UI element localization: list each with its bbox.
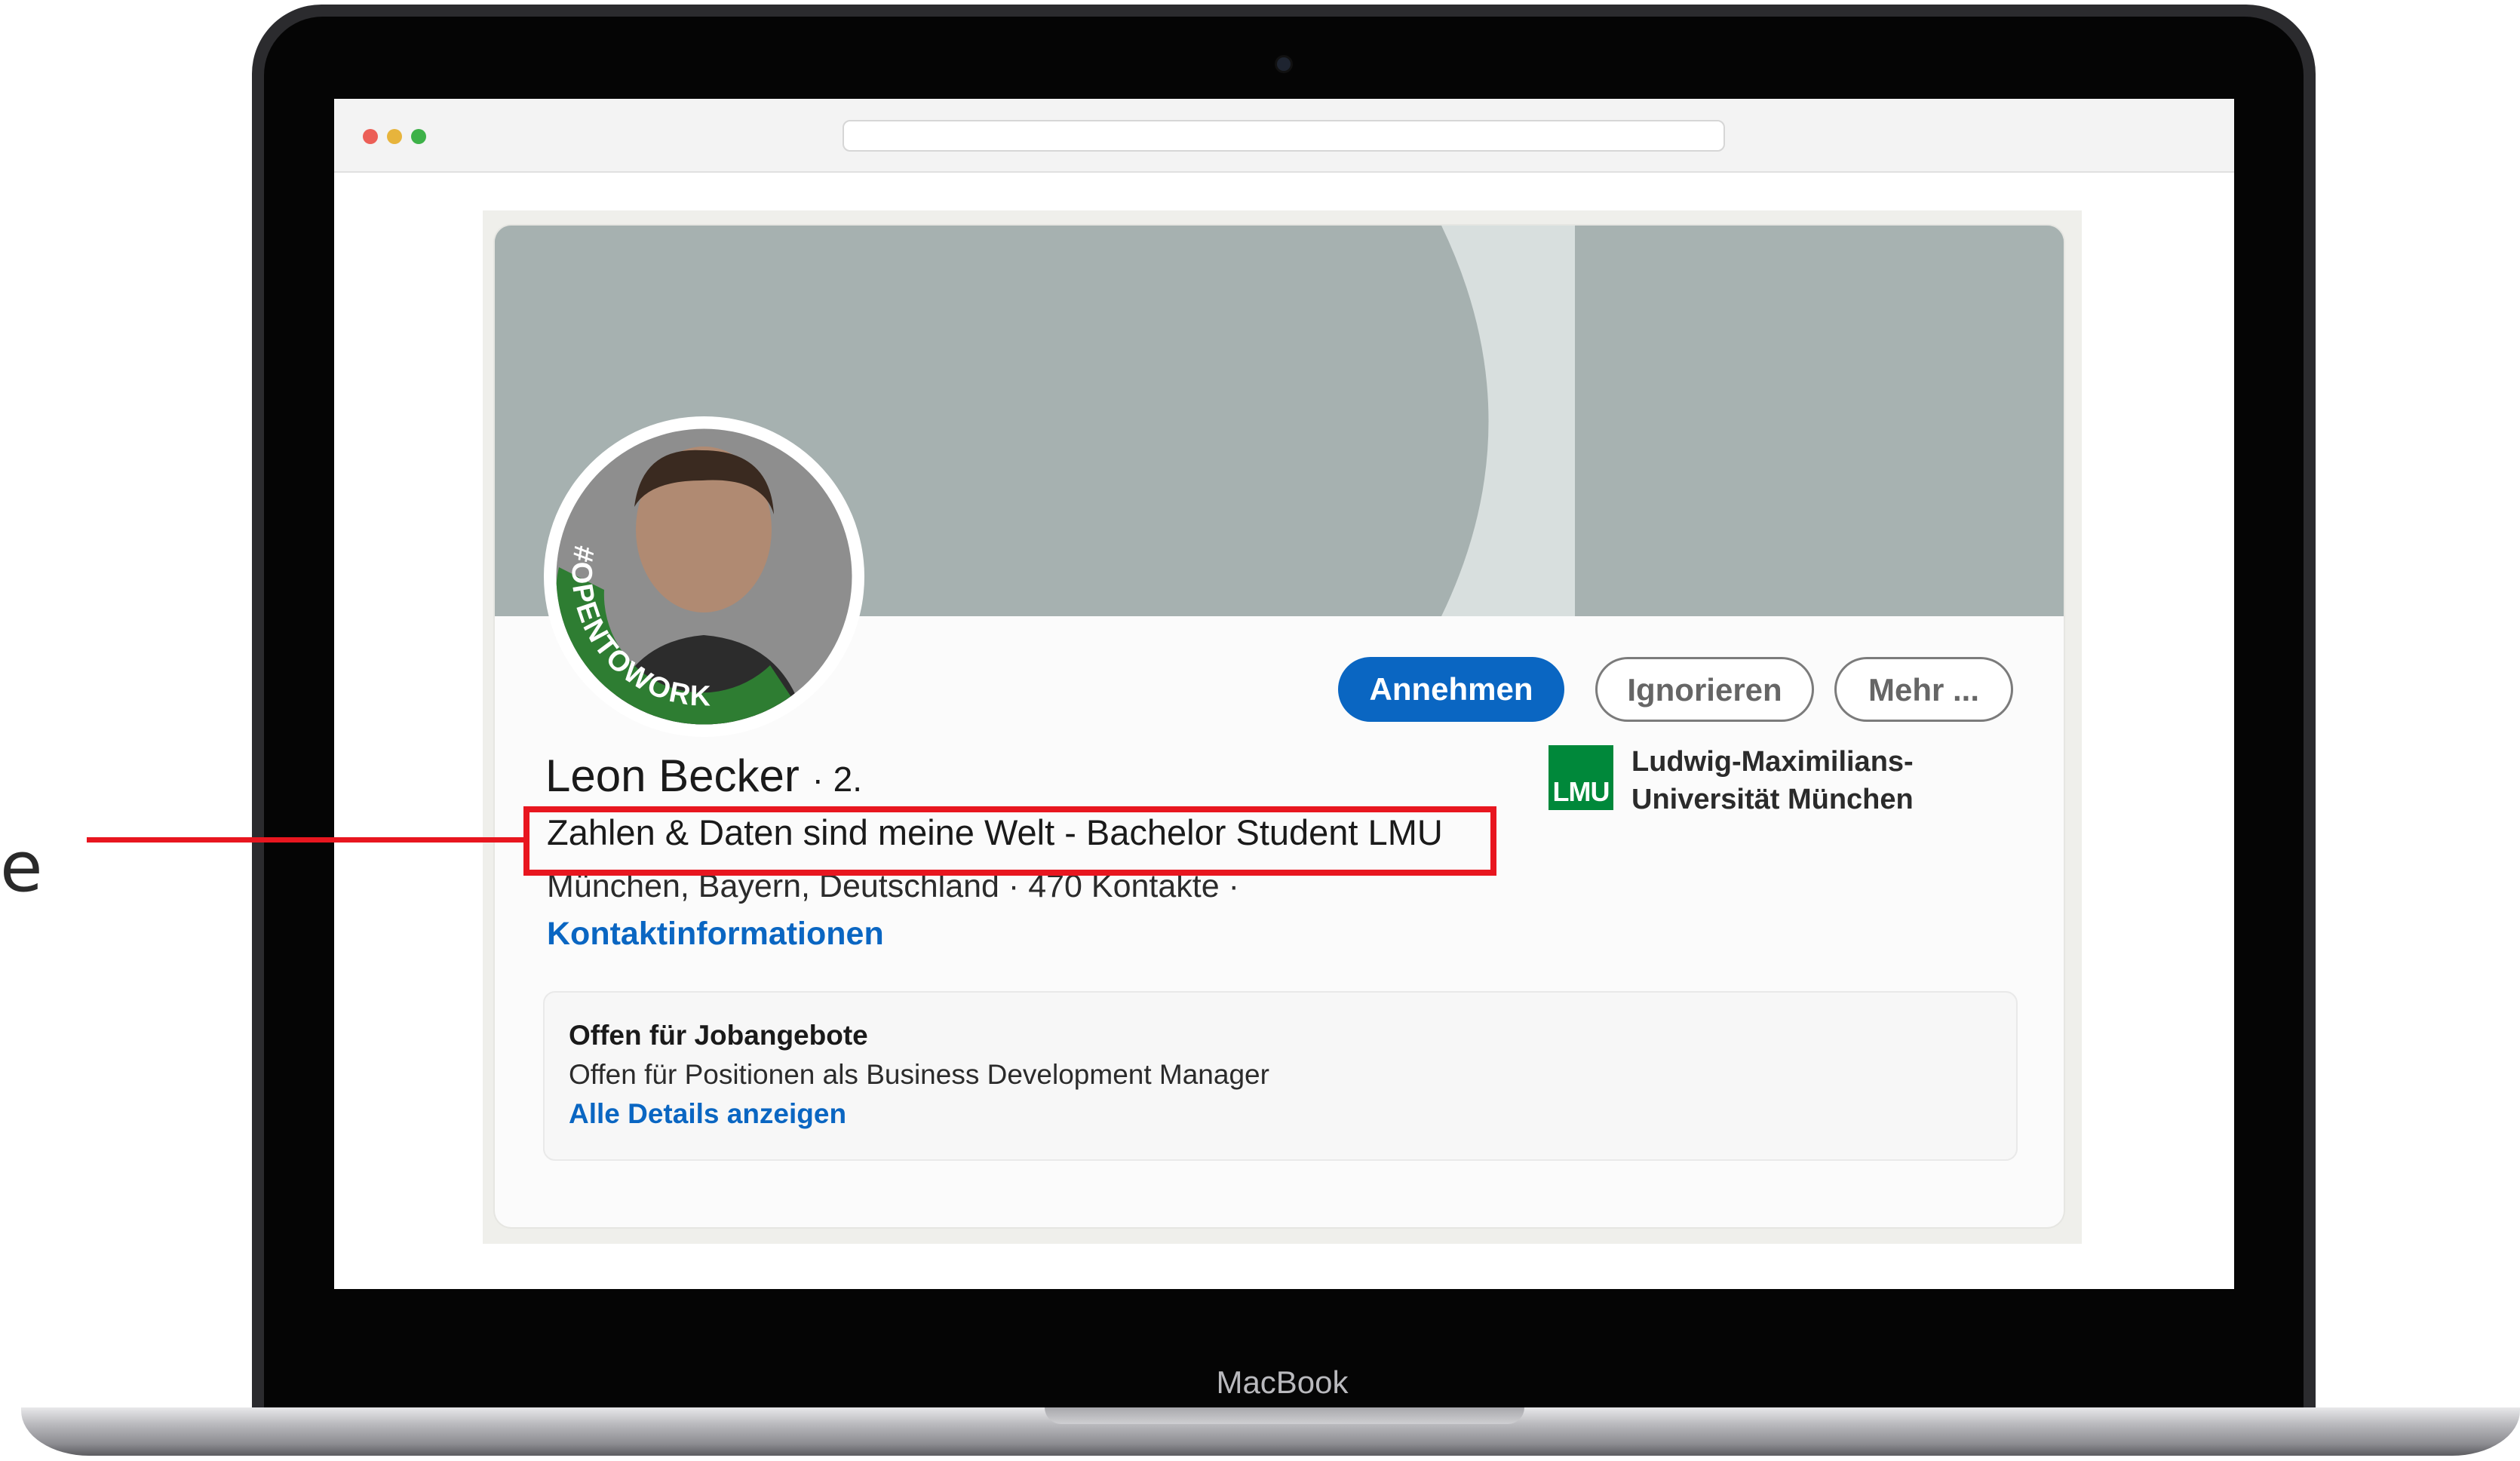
headline-highlight-box [523, 806, 1496, 876]
profile-name-line: Leon Becker · 2. [545, 746, 862, 806]
profile-name: Leon Becker [545, 750, 800, 801]
laptop-base-notch [1045, 1407, 1524, 1424]
open-to-work-description: Offen für Positionen als Business Develo… [569, 1059, 1269, 1090]
open-to-work-title: Offen für Jobangebote [569, 1020, 868, 1051]
laptop-brand-label: MacBook [1216, 1364, 1349, 1400]
window-minimize-icon[interactable] [387, 129, 402, 144]
annotation-pointer-line [87, 837, 526, 843]
connection-degree: · 2. [812, 760, 863, 799]
window-maximize-icon[interactable] [411, 129, 426, 144]
avatar[interactable]: #OPENTOWORK [544, 416, 864, 737]
university-logo[interactable]: LMU [1549, 745, 1613, 810]
profile-photo: #OPENTOWORK [544, 416, 864, 737]
accept-button[interactable]: Annehmen [1338, 657, 1564, 722]
window-close-icon[interactable] [363, 129, 378, 144]
camera-icon [1277, 57, 1291, 71]
ignore-button[interactable]: Ignorieren [1595, 657, 1814, 722]
more-button[interactable]: Mehr ... [1834, 657, 2013, 722]
show-details-link[interactable]: Alle Details anzeigen [569, 1095, 846, 1133]
university-name[interactable]: Ludwig-Maximilians-Universität München [1631, 743, 1994, 818]
profile-card: #OPENTOWORK Annehmen Ignorieren Mehr ...… [495, 226, 2064, 1227]
address-bar[interactable] [843, 120, 1725, 152]
annotation-side-text: e [0, 827, 43, 907]
contact-info-link[interactable]: Kontaktinformationen [547, 909, 884, 959]
screen: #OPENTOWORK Annehmen Ignorieren Mehr ...… [334, 99, 2234, 1289]
university-logo-text: LMU [1552, 776, 1610, 807]
browser-toolbar [334, 99, 2234, 173]
open-to-work-box: Offen für Jobangebote Offen für Position… [543, 991, 2018, 1161]
